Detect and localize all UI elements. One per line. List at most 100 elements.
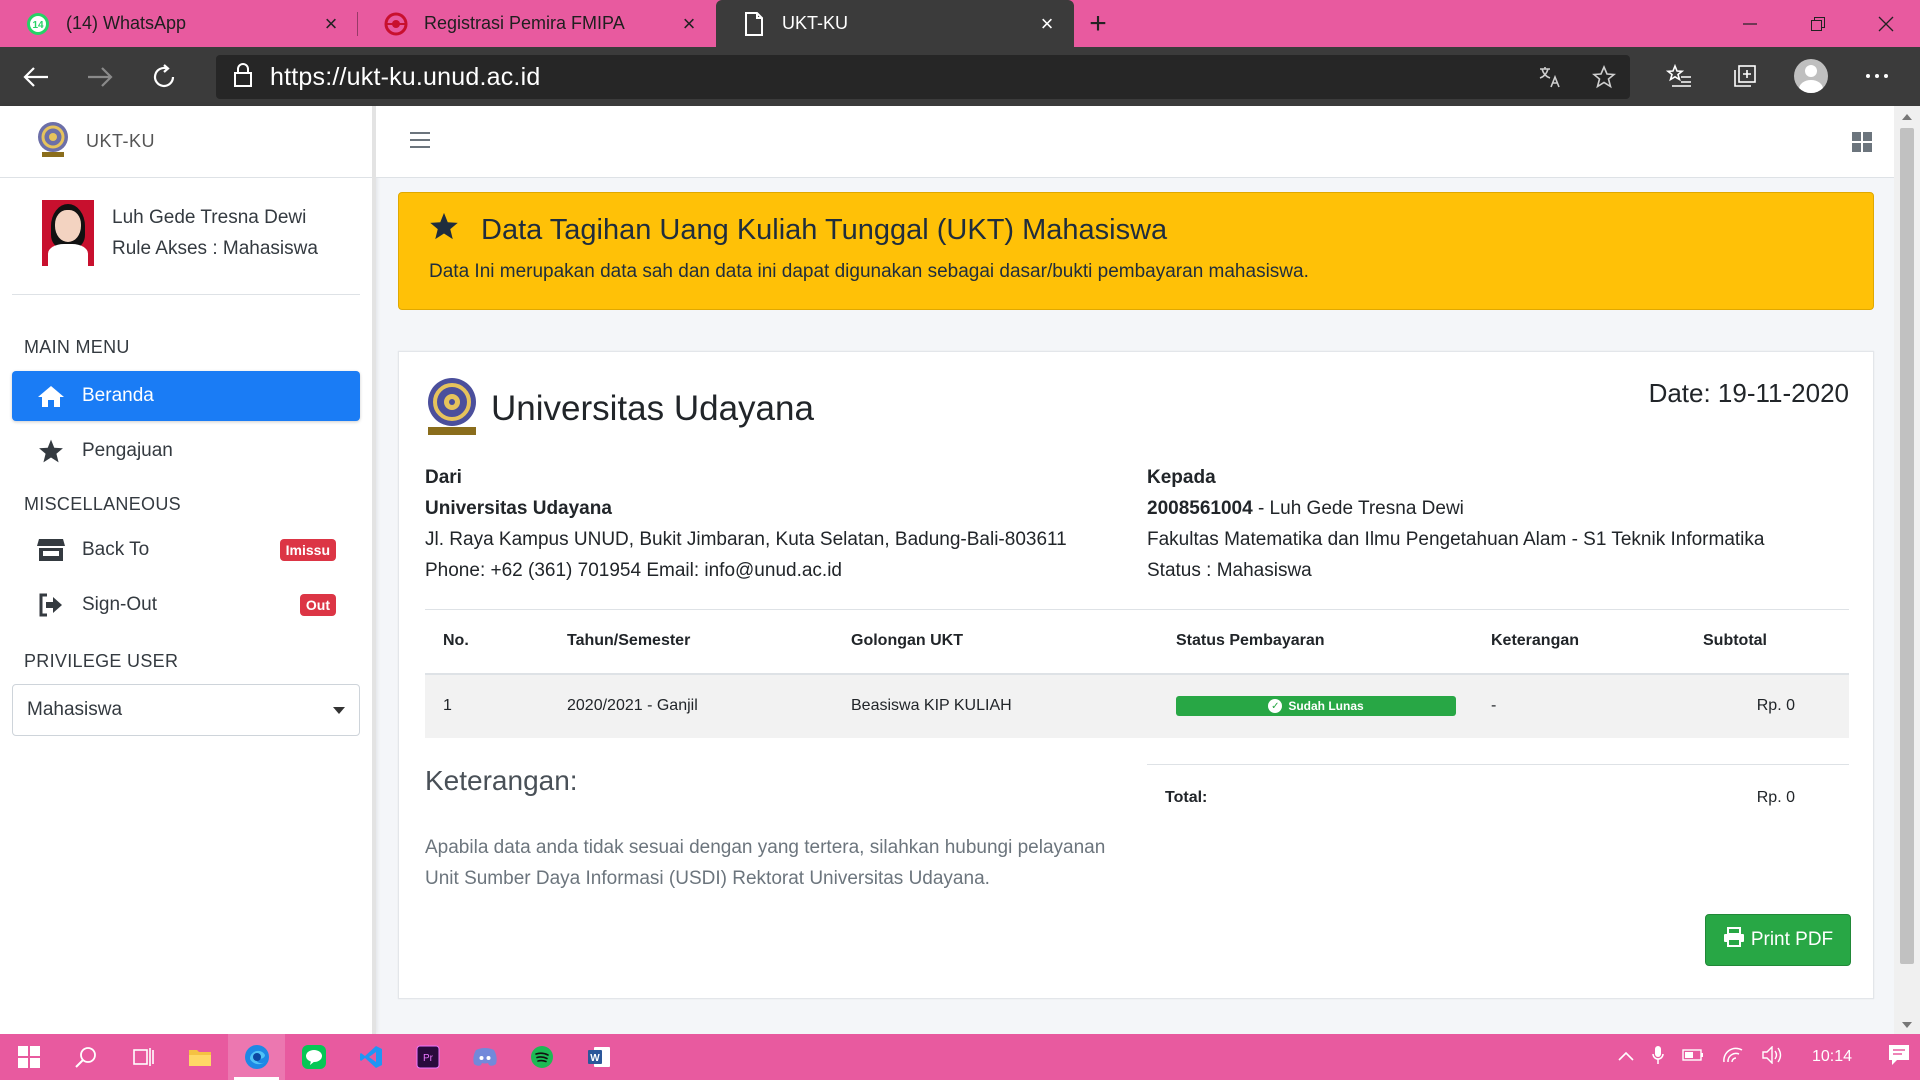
tab-whatsapp[interactable]: 14 (14) WhatsApp × — [0, 0, 358, 47]
tab-pemira[interactable]: Registrasi Pemira FMIPA × — [358, 0, 716, 47]
back-button[interactable] — [8, 52, 64, 102]
new-tab-button[interactable]: + — [1074, 0, 1122, 47]
badge-imissu: Imissu — [279, 539, 336, 561]
print-pdf-label: Print PDF — [1750, 929, 1834, 950]
invoice-date: Date: 19-11-2020 — [1648, 378, 1849, 408]
print-pdf-button[interactable]: Print PDF — [1705, 914, 1851, 966]
start-button[interactable] — [0, 1034, 57, 1080]
page-content: UKT-KU Luh Gede Tresna Dewi Rule Akses :… — [0, 106, 1920, 1034]
restore-button[interactable] — [1784, 0, 1852, 47]
top-navbar — [376, 106, 1894, 178]
misc-header: MISCELLANEOUS — [24, 494, 181, 514]
scroll-down-icon[interactable] — [1902, 1022, 1912, 1028]
scroll-up-icon[interactable] — [1902, 114, 1912, 120]
notification-icon[interactable] — [1888, 1044, 1910, 1071]
battery-icon[interactable] — [1682, 1048, 1704, 1066]
home-icon — [36, 381, 66, 411]
invoice-table: No. Tahun/Semester Golongan UKT Status P… — [425, 609, 1849, 738]
close-icon[interactable]: × — [678, 11, 700, 36]
status-badge: ✓ Sudah Lunas — [1176, 696, 1456, 717]
invoice-card: Universitas Udayana Date: 19-11-2020 Dar… — [398, 351, 1874, 999]
user-name[interactable]: Luh Gede Tresna Dewi — [112, 202, 318, 233]
premiere-pro-icon[interactable]: Pr — [399, 1034, 456, 1080]
url-field[interactable]: https://ukt-ku.unud.ac.id — [216, 55, 1630, 99]
main-menu-header: MAIN MENU — [24, 337, 130, 357]
brand-text: UKT-KU — [86, 131, 156, 151]
discord-icon[interactable] — [456, 1034, 513, 1080]
wifi-icon[interactable] — [1722, 1046, 1744, 1069]
lock-icon — [234, 62, 252, 92]
status-text: Sudah Lunas — [1288, 699, 1364, 714]
hamburger-menu-icon[interactable] — [410, 132, 430, 148]
callout-text: Data Ini merupakan data sah dan data ini… — [429, 261, 1309, 282]
file-explorer-icon[interactable] — [171, 1034, 228, 1080]
page-icon — [742, 11, 766, 36]
brand[interactable]: UKT-KU — [0, 106, 372, 178]
close-icon[interactable]: × — [320, 11, 342, 36]
printer-icon — [1723, 927, 1745, 953]
favorite-star-icon[interactable] — [1588, 61, 1620, 93]
chevron-down-icon — [333, 707, 345, 714]
profile-avatar[interactable] — [1788, 52, 1834, 100]
student-status: Status : Mahasiswa — [1147, 560, 1312, 581]
close-icon[interactable]: × — [1036, 11, 1058, 36]
privilege-header: PRIVILEGE USER — [24, 651, 179, 671]
student-nim: 2008561004 — [1147, 498, 1253, 519]
task-view-icon[interactable] — [114, 1034, 171, 1080]
grid-icon[interactable] — [1852, 132, 1872, 152]
star-icon — [36, 436, 66, 466]
sidebar-item-sign-out[interactable]: Sign-Out Out — [12, 580, 360, 630]
sidebar-item-label: Beranda — [82, 385, 154, 406]
student-faculty: Fakultas Matematika dan Ilmu Pengetahuan… — [1147, 529, 1765, 550]
privilege-select[interactable]: Mahasiswa — [12, 684, 360, 736]
line-app-icon[interactable] — [285, 1034, 342, 1080]
to-label: Kepada — [1147, 467, 1216, 488]
column-header: Status Pembayaran — [1158, 609, 1473, 675]
volume-icon[interactable] — [1762, 1044, 1784, 1069]
close-window-button[interactable] — [1852, 0, 1920, 47]
sidebar: UKT-KU Luh Gede Tresna Dewi Rule Akses :… — [0, 106, 376, 1034]
sidebar-item-label: Pengajuan — [82, 440, 173, 461]
chevron-up-icon[interactable] — [1618, 1048, 1634, 1066]
translate-icon[interactable] — [1534, 61, 1566, 93]
microphone-icon[interactable] — [1652, 1045, 1664, 1070]
taskbar-clock[interactable]: 10:14 — [1812, 1048, 1852, 1066]
table-header-row: No. Tahun/Semester Golongan UKT Status P… — [425, 609, 1849, 675]
more-options-icon[interactable] — [1854, 52, 1900, 100]
vscode-icon[interactable] — [342, 1034, 399, 1080]
system-tray: 10:14 — [1618, 1044, 1920, 1071]
column-header: Subtotal — [1685, 609, 1849, 675]
refresh-button[interactable] — [136, 52, 192, 102]
minimize-button[interactable] — [1716, 0, 1784, 47]
badge-out: Out — [299, 594, 336, 616]
check-circle-icon: ✓ — [1268, 699, 1283, 714]
sidebar-item-beranda[interactable]: Beranda — [12, 371, 360, 421]
sidebar-item-pengajuan[interactable]: Pengajuan — [12, 426, 360, 476]
tab-title: (14) WhatsApp — [66, 13, 187, 33]
tab-ukt-ku[interactable]: UKT-KU × — [716, 0, 1074, 47]
to-student: 2008561004 - Luh Gede Tresna Dewi — [1147, 493, 1764, 524]
star-icon — [429, 211, 459, 249]
sidebar-item-back-to[interactable]: Back To Imissu — [12, 525, 360, 575]
svg-text:W: W — [590, 1053, 600, 1064]
edge-browser-icon[interactable] — [228, 1034, 285, 1080]
spotify-icon[interactable] — [513, 1034, 570, 1080]
search-icon[interactable] — [57, 1034, 114, 1080]
favorites-list-icon[interactable] — [1656, 52, 1702, 100]
invoice-table-wrap: No. Tahun/Semester Golongan UKT Status P… — [425, 609, 1849, 738]
store-icon — [36, 535, 66, 565]
pemira-icon — [384, 12, 408, 36]
url-text: https://ukt-ku.unud.ac.id — [270, 62, 541, 91]
cell-no: 1 — [425, 673, 549, 738]
total-row: Total: Rp. 0 — [1147, 764, 1849, 830]
tab-title: UKT-KU — [782, 13, 849, 33]
forward-button[interactable] — [72, 52, 128, 102]
student-name: - Luh Gede Tresna Dewi — [1252, 498, 1464, 519]
page-scrollbar[interactable] — [1894, 106, 1920, 1034]
scrollbar-thumb[interactable] — [1900, 128, 1914, 964]
collections-icon[interactable] — [1722, 52, 1768, 100]
cell-status: ✓ Sudah Lunas — [1158, 673, 1473, 738]
user-role: Rule Akses : Mahasiswa — [112, 238, 318, 259]
word-icon[interactable]: W — [570, 1034, 627, 1080]
table-row: 1 2020/2021 - Ganjil Beasiswa KIP KULIAH… — [425, 673, 1849, 738]
